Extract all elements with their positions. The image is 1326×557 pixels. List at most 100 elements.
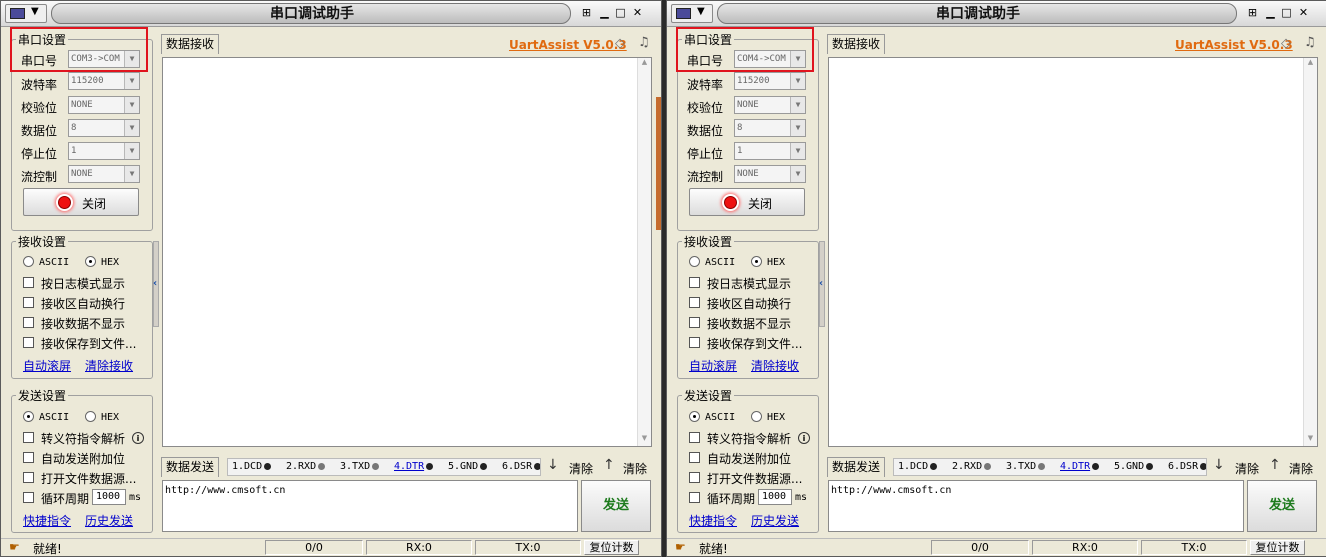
pin-dtr[interactable]: 4.DTR <box>1060 461 1100 472</box>
bell-icon[interactable]: ♫ <box>1304 35 1316 50</box>
send-history-link[interactable]: 历史发送 <box>85 512 133 529</box>
send-history-link[interactable]: 历史发送 <box>751 512 799 529</box>
send-ascii-radio[interactable] <box>23 411 34 422</box>
receive-textarea[interactable]: ▲ ▼ <box>828 57 1318 447</box>
recv-hex-radio[interactable] <box>85 256 96 267</box>
auto-wrap-checkbox[interactable] <box>23 297 34 308</box>
auto-wrap-checkbox[interactable] <box>689 297 700 308</box>
cycle-period-input[interactable]: 1000 <box>92 489 126 505</box>
panel-splitter[interactable]: ‹ <box>153 241 159 327</box>
tab-send[interactable]: 数据发送 <box>161 457 220 477</box>
recv-ascii-radio[interactable] <box>689 256 700 267</box>
brand-link[interactable]: UartAssist V5.0.3 <box>509 38 627 52</box>
flow-select[interactable]: NONE ▼ <box>734 165 806 183</box>
clear-down-icon: ↓ <box>1213 457 1225 473</box>
info-icon[interactable]: i <box>798 432 810 444</box>
dropdown-arrow-icon: ▼ <box>790 120 805 136</box>
send-button[interactable]: 发送 <box>581 480 651 532</box>
open-close-port-button[interactable]: 关闭 <box>689 188 805 216</box>
baud-select[interactable]: 115200 ▼ <box>734 72 806 90</box>
recv-hex-radio[interactable] <box>751 256 762 267</box>
append-bits-checkbox[interactable] <box>689 452 700 463</box>
shortcut-command-link[interactable]: 快捷指令 <box>689 512 737 529</box>
system-menu-button[interactable]: ▼ <box>671 4 713 23</box>
baud-select[interactable]: 115200 ▼ <box>68 72 140 90</box>
open-close-port-button[interactable]: 关闭 <box>23 188 139 216</box>
databits-value: 8 <box>737 123 743 133</box>
flow-value: NONE <box>737 169 759 179</box>
escape-parse-checkbox[interactable] <box>689 432 700 443</box>
receive-scrollbar[interactable]: ▲ ▼ <box>1303 58 1317 446</box>
parity-select[interactable]: NONE ▼ <box>734 96 806 114</box>
recv-ascii-radio[interactable] <box>23 256 34 267</box>
recv-hex-label: HEX <box>767 257 786 268</box>
stopbits-select[interactable]: 1 ▼ <box>734 142 806 160</box>
file-source-checkbox[interactable] <box>23 472 34 483</box>
databits-select[interactable]: 8 ▼ <box>68 119 140 137</box>
send-hex-radio[interactable] <box>751 411 762 422</box>
flow-select[interactable]: NONE ▼ <box>68 165 140 183</box>
uart-window-com4: ▼ 串口调试助手 ⊞ ▁ □ ✕ 串口设置 串口号 COM4->COM ▼ 波特率… <box>666 0 1326 557</box>
clear-receive-link[interactable]: 清除接收 <box>85 357 133 374</box>
pin-dtr[interactable]: 4.DTR <box>394 461 434 472</box>
clear-receive-button[interactable]: 清除 <box>1235 460 1259 477</box>
maximize-button[interactable]: □ <box>1279 6 1294 21</box>
cycle-checkbox[interactable] <box>689 492 700 503</box>
hide-data-checkbox[interactable] <box>23 317 34 328</box>
scroll-down-icon[interactable]: ▼ <box>1304 434 1317 446</box>
minimize-button[interactable]: ▁ <box>1263 6 1278 21</box>
port-select[interactable]: COM3->COM ▼ <box>68 50 140 68</box>
reset-count-button[interactable]: 复位计数 <box>584 540 639 555</box>
diamond-icon[interactable]: ◇ <box>1281 36 1291 51</box>
panel-splitter[interactable]: ‹ <box>819 241 825 327</box>
maximize-button[interactable]: □ <box>613 6 628 21</box>
diamond-icon[interactable]: ◇ <box>615 36 625 51</box>
log-mode-checkbox[interactable] <box>689 277 700 288</box>
scroll-down-icon[interactable]: ▼ <box>638 434 651 446</box>
clear-send-button[interactable]: 清除 <box>1289 460 1313 477</box>
auto-scroll-link[interactable]: 自动滚屏 <box>23 357 71 374</box>
pin-icon[interactable]: ⊞ <box>579 6 594 21</box>
cycle-period-input[interactable]: 1000 <box>758 489 792 505</box>
file-source-checkbox[interactable] <box>689 472 700 483</box>
close-button[interactable]: ✕ <box>630 6 645 21</box>
pin-gnd-label: 5.GND <box>1114 461 1145 472</box>
minimize-button[interactable]: ▁ <box>597 6 612 21</box>
info-icon[interactable]: i <box>132 432 144 444</box>
tab-receive[interactable]: 数据接收 <box>827 34 886 54</box>
hide-data-checkbox[interactable] <box>689 317 700 328</box>
shortcut-command-link[interactable]: 快捷指令 <box>23 512 71 529</box>
reset-count-button[interactable]: 复位计数 <box>1250 540 1305 555</box>
cycle-checkbox[interactable] <box>23 492 34 503</box>
append-bits-checkbox[interactable] <box>23 452 34 463</box>
pin-dcd: 1.DCD <box>232 461 272 472</box>
save-to-file-checkbox[interactable] <box>23 337 34 348</box>
parity-select[interactable]: NONE ▼ <box>68 96 140 114</box>
close-button[interactable]: ✕ <box>1296 6 1311 21</box>
log-mode-checkbox[interactable] <box>23 277 34 288</box>
escape-parse-checkbox[interactable] <box>23 432 34 443</box>
stopbits-select[interactable]: 1 ▼ <box>68 142 140 160</box>
send-textarea[interactable]: http://www.cmsoft.cn <box>162 480 578 532</box>
receive-textarea[interactable]: ▲ ▼ <box>162 57 652 447</box>
auto-scroll-link[interactable]: 自动滚屏 <box>689 357 737 374</box>
save-to-file-checkbox[interactable] <box>689 337 700 348</box>
bell-icon[interactable]: ♫ <box>638 35 650 50</box>
receive-scrollbar[interactable]: ▲ ▼ <box>637 58 651 446</box>
send-textarea[interactable]: http://www.cmsoft.cn <box>828 480 1244 532</box>
system-menu-button[interactable]: ▼ <box>5 4 47 23</box>
send-hex-radio[interactable] <box>85 411 96 422</box>
databits-select[interactable]: 8 ▼ <box>734 119 806 137</box>
clear-receive-button[interactable]: 清除 <box>569 460 593 477</box>
send-ascii-radio[interactable] <box>689 411 700 422</box>
clear-send-button[interactable]: 清除 <box>623 460 647 477</box>
brand-link[interactable]: UartAssist V5.0.3 <box>1175 38 1293 52</box>
tab-send[interactable]: 数据发送 <box>827 457 886 477</box>
scroll-up-icon[interactable]: ▲ <box>638 58 651 70</box>
scroll-up-icon[interactable]: ▲ <box>1304 58 1317 70</box>
port-select[interactable]: COM4->COM ▼ <box>734 50 806 68</box>
clear-receive-link[interactable]: 清除接收 <box>751 357 799 374</box>
pin-icon[interactable]: ⊞ <box>1245 6 1260 21</box>
send-button[interactable]: 发送 <box>1247 480 1317 532</box>
tab-receive[interactable]: 数据接收 <box>161 34 220 54</box>
